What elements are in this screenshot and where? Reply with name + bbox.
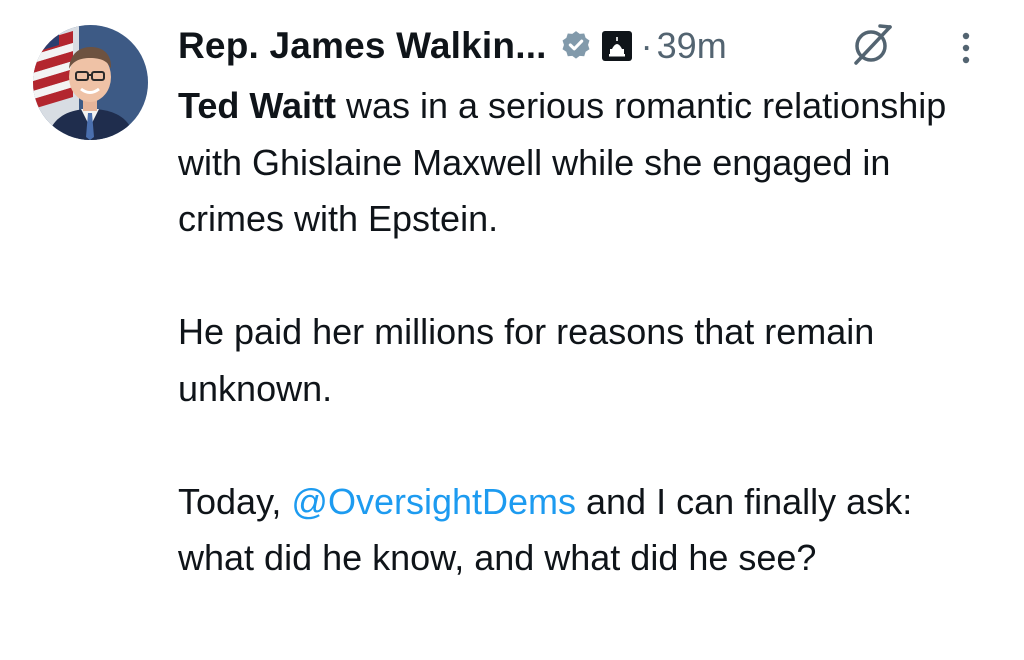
bold-name: Ted Waitt bbox=[178, 85, 336, 126]
tweet-paragraph-1: Ted Waitt was in a serious romantic rela… bbox=[178, 78, 998, 248]
tweet[interactable]: Rep. James Walkin... · 39m Ted Waitt was… bbox=[0, 0, 1024, 660]
timestamp[interactable]: 39m bbox=[657, 25, 727, 67]
avatar-image bbox=[33, 25, 148, 140]
grok-icon bbox=[854, 24, 892, 65]
paragraph-2-text: He paid her millions for reasons that re… bbox=[178, 311, 875, 409]
tweet-paragraph-2: He paid her millions for reasons that re… bbox=[178, 304, 998, 417]
grok-button[interactable] bbox=[845, 20, 897, 72]
capitol-building-icon[interactable] bbox=[601, 30, 633, 62]
tweet-text: Ted Waitt was in a serious romantic rela… bbox=[178, 78, 998, 587]
avatar[interactable] bbox=[33, 25, 148, 140]
mention-link[interactable]: @OversightDems bbox=[291, 481, 576, 522]
author-display-name[interactable]: Rep. James Walkin... bbox=[178, 25, 547, 67]
more-options-button[interactable] bbox=[948, 24, 984, 72]
meta-separator: · bbox=[640, 25, 653, 66]
verified-badge-icon[interactable] bbox=[559, 29, 593, 63]
flag-icon bbox=[33, 25, 73, 109]
paragraph-3-text-before: Today, bbox=[178, 480, 292, 522]
more-vertical-icon bbox=[962, 32, 970, 64]
tweet-paragraph-3: Today, @OversightDems and I can finally … bbox=[178, 474, 998, 587]
